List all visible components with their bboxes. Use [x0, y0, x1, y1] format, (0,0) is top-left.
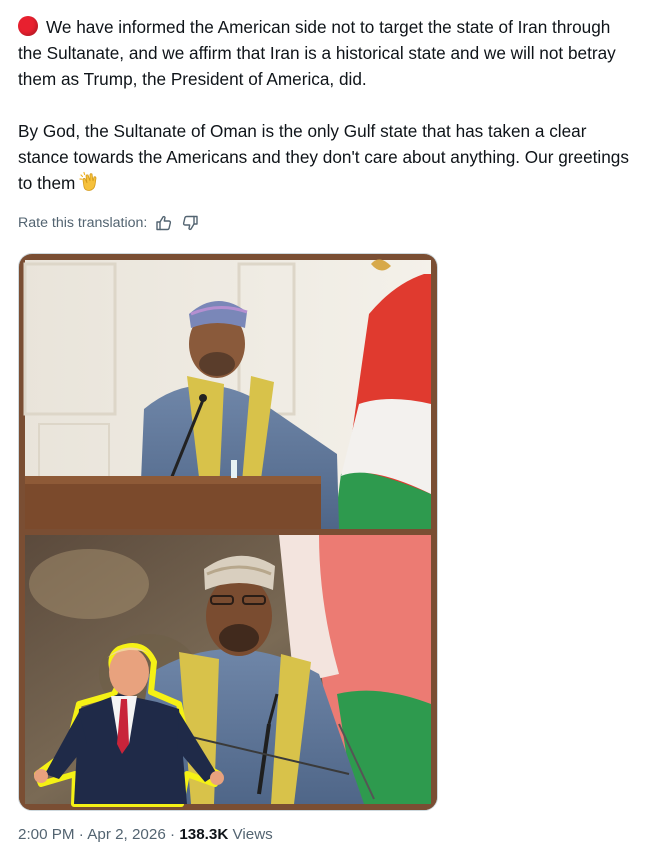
post-paragraph-1: We have informed the American side not t… — [18, 14, 638, 92]
post-image[interactable] — [18, 253, 438, 811]
meta-separator: · — [78, 826, 84, 843]
thumbs-down-icon[interactable] — [181, 214, 199, 232]
post-paragraph-2: By God, the Sultanate of Oman is the onl… — [18, 118, 638, 200]
meta-separator-2: · — [170, 826, 176, 843]
paragraph-1-text: We have informed the American side not t… — [18, 17, 616, 89]
thumbs-up-icon[interactable] — [155, 214, 173, 232]
views-label: Views — [232, 826, 273, 843]
paragraph-2-text: By God, the Sultanate of Oman is the onl… — [18, 121, 629, 193]
clapping-hands-icon — [79, 171, 101, 200]
red-circle-icon — [18, 16, 38, 36]
rate-translation-label: Rate this translation: — [18, 215, 148, 231]
views-count: 138.3K — [179, 826, 229, 843]
top-photo-panel — [19, 254, 437, 529]
post-time[interactable]: 2:00 PM — [18, 826, 75, 843]
post-date[interactable]: Apr 2, 2026 — [87, 826, 166, 843]
post-meta: 2:00 PM · Apr 2, 2026 · 138.3K Views — [18, 826, 273, 843]
bottom-photo-panel — [19, 535, 437, 810]
post-body: We have informed the American side not t… — [18, 14, 638, 200]
translation-rating: Rate this translation: — [18, 214, 199, 232]
